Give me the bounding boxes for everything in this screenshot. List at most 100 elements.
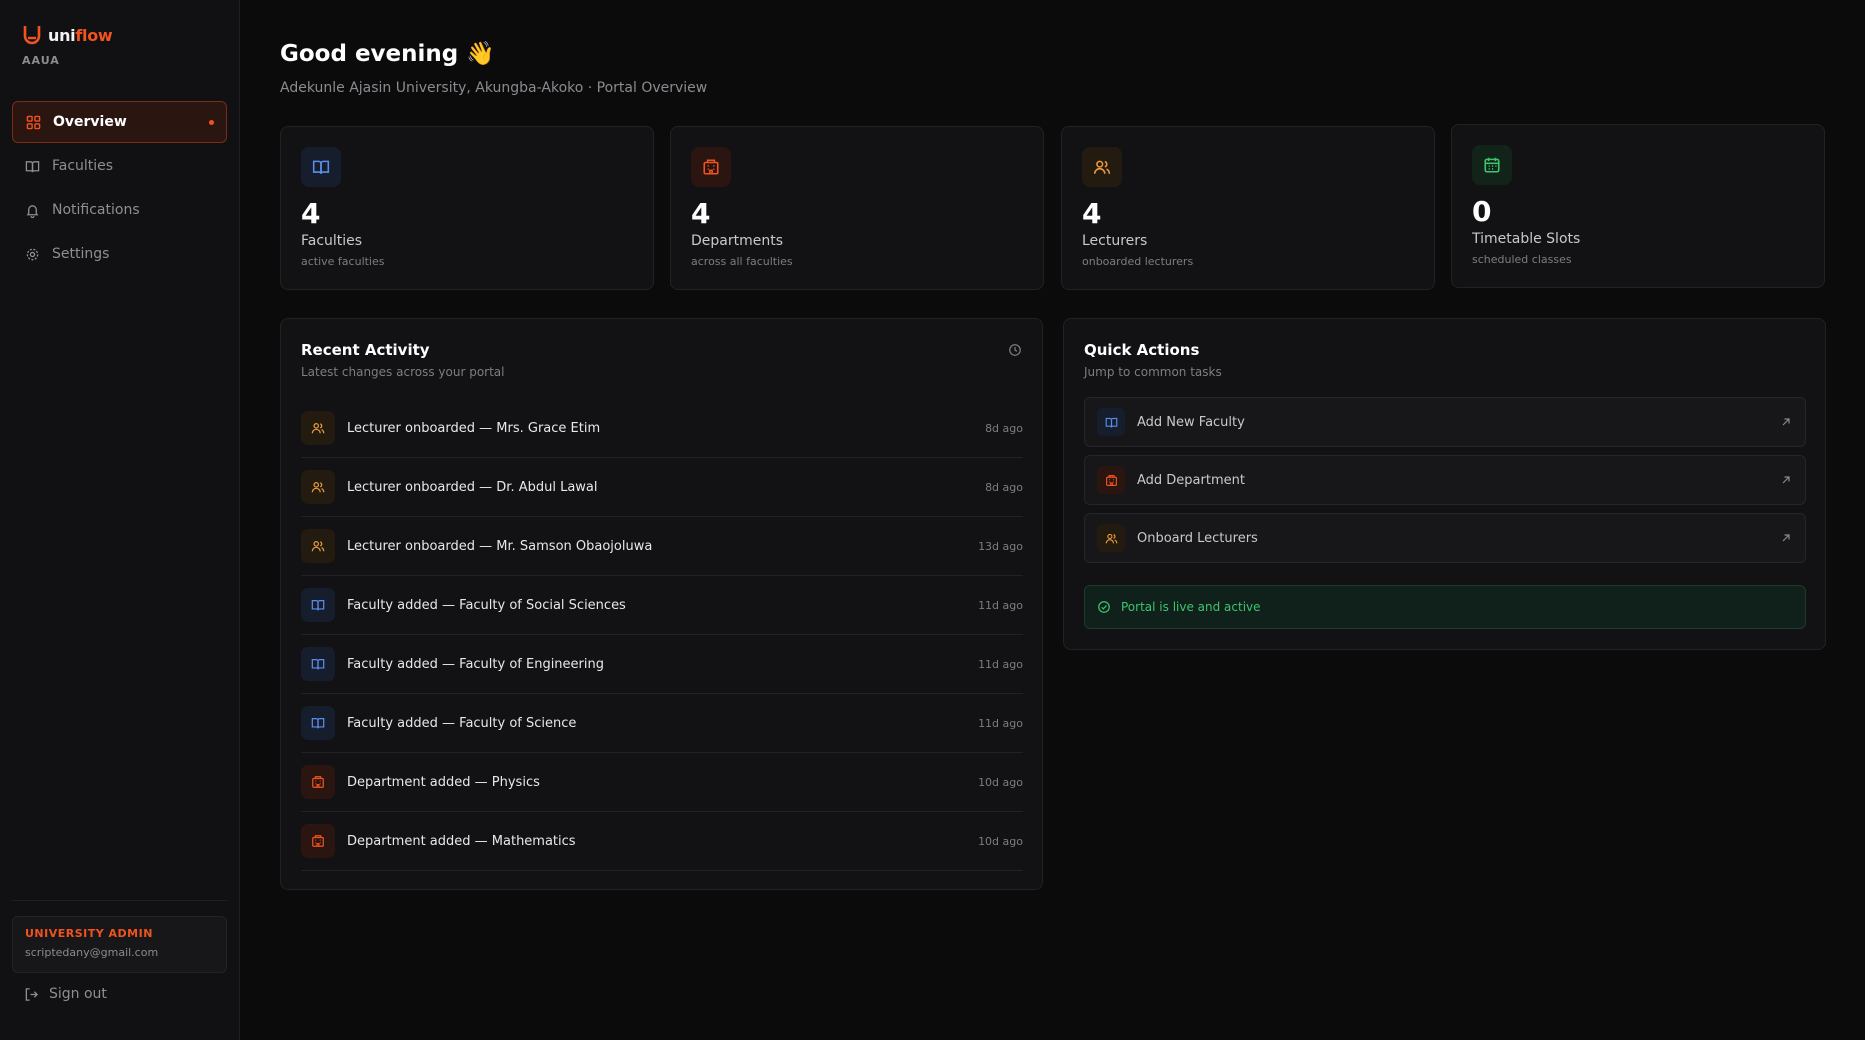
stat-icon-box [301, 147, 341, 187]
active-indicator [209, 119, 214, 125]
grid-icon [26, 115, 41, 129]
stat-value: 4 [1082, 197, 1102, 230]
list-item[interactable]: Lecturer onboarded — Mr. Samson Obaojolu… [301, 517, 1023, 576]
activity-text: Department added — Physics [347, 774, 540, 790]
panel-title: Recent Activity [301, 341, 430, 359]
sidebar-item-faculties[interactable]: Faculties [12, 145, 227, 187]
stat-icon-box [691, 147, 731, 187]
brand-subtitle: AAUA [22, 54, 60, 67]
sidebar-item-label: Settings [52, 246, 110, 262]
sidebar-item-notifications[interactable]: Notifications [12, 189, 227, 231]
brand-logo[interactable]: uniflow [22, 24, 113, 46]
stat-subtext: scheduled classes [1472, 253, 1572, 266]
activity-icon-box [301, 470, 335, 504]
activity-text: Faculty added — Faculty of Science [347, 715, 577, 731]
stat-card-timetable[interactable]: 0 Timetable Slots scheduled classes [1451, 124, 1825, 288]
sign-out-button[interactable]: Sign out [24, 986, 107, 1002]
book-icon [311, 600, 325, 611]
sidebar-item-label: Overview [53, 114, 127, 130]
recent-activity-panel: Recent Activity Latest changes across yo… [280, 318, 1043, 890]
quick-actions-panel: Quick Actions Jump to common tasks Add N… [1063, 318, 1826, 650]
gear-icon [26, 248, 39, 260]
qa-label: Onboard Lecturers [1137, 530, 1258, 546]
activity-list: Lecturer onboarded — Mrs. Grace Etim 8d … [301, 399, 1023, 871]
activity-icon-box [301, 706, 335, 740]
activity-time: 10d ago [978, 834, 1023, 848]
stat-subtext: across all faculties [691, 255, 793, 268]
quick-actions-list: Add New Faculty Add Department Onboard L… [1084, 397, 1806, 571]
stat-label: Faculties [301, 233, 363, 249]
bell-icon [26, 204, 39, 218]
panel-title: Quick Actions [1084, 341, 1200, 359]
arrow-up-right-icon [1782, 476, 1790, 484]
portal-status-banner: Portal is live and active [1084, 585, 1806, 629]
book-icon [312, 160, 330, 174]
panel-subtitle: Jump to common tasks [1084, 365, 1222, 379]
qa-label: Add Department [1137, 472, 1245, 488]
sidebar-item-label: Faculties [52, 158, 114, 174]
activity-icon-box [301, 588, 335, 622]
activity-text: Lecturer onboarded — Mr. Samson Obaojolu… [347, 538, 653, 554]
onboard-lecturers-button[interactable]: Onboard Lecturers [1084, 513, 1806, 563]
user-card: UNIVERSITY ADMIN scriptedany@gmail.com [12, 916, 227, 973]
stat-card-departments[interactable]: 4 Departments across all faculties [670, 126, 1044, 290]
activity-time: 10d ago [978, 775, 1023, 789]
activity-time: 8d ago [985, 421, 1023, 435]
activity-text: Faculty added — Faculty of Engineering [347, 656, 604, 672]
stat-icon-box [1082, 147, 1122, 187]
list-item[interactable]: Lecturer onboarded — Mrs. Grace Etim 8d … [301, 399, 1023, 458]
stat-value: 4 [301, 197, 321, 230]
activity-text: Department added — Mathematics [347, 833, 576, 849]
building-icon [312, 776, 324, 788]
page-subtitle: Adekunle Ajasin University, Akungba-Akok… [280, 80, 708, 96]
qa-icon-box [1097, 466, 1125, 494]
list-item[interactable]: Department added — Physics 10d ago [301, 753, 1023, 812]
users-icon [1105, 533, 1117, 543]
stat-label: Lecturers [1082, 233, 1148, 249]
users-icon [311, 541, 325, 552]
activity-text: Lecturer onboarded — Mrs. Grace Etim [347, 420, 601, 436]
users-icon [311, 423, 325, 434]
list-item[interactable]: Faculty added — Faculty of Social Scienc… [301, 576, 1023, 635]
add-department-button[interactable]: Add Department [1084, 455, 1806, 505]
stat-card-lecturers[interactable]: 4 Lecturers onboarded lecturers [1061, 126, 1435, 290]
user-role: UNIVERSITY ADMIN [25, 927, 153, 940]
add-new-faculty-button[interactable]: Add New Faculty [1084, 397, 1806, 447]
qa-label: Add New Faculty [1137, 414, 1245, 430]
page-title: Good evening 👋 [280, 41, 495, 67]
activity-icon-box [301, 824, 335, 858]
sidebar-item-label: Notifications [52, 202, 140, 218]
list-item[interactable]: Lecturer onboarded — Dr. Abdul Lawal 8d … [301, 458, 1023, 517]
activity-time: 13d ago [978, 539, 1023, 553]
activity-time: 11d ago [978, 598, 1023, 612]
qa-icon-box [1097, 408, 1125, 436]
sidebar-item-settings[interactable]: Settings [12, 233, 227, 275]
stat-icon-box [1472, 145, 1512, 185]
list-item[interactable]: Department added — Mathematics 10d ago [301, 812, 1023, 871]
stat-label: Timetable Slots [1472, 231, 1581, 247]
book-icon [311, 718, 325, 729]
qa-icon-box [1097, 524, 1125, 552]
stat-subtext: onboarded lecturers [1082, 255, 1194, 268]
clock-icon[interactable] [1008, 343, 1022, 357]
sign-out-label: Sign out [49, 986, 107, 1002]
sidebar: uniflow AAUA Overview Faculties Notifica… [0, 0, 240, 1040]
list-item[interactable]: Faculty added — Faculty of Science 11d a… [301, 694, 1023, 753]
activity-time: 11d ago [978, 716, 1023, 730]
stat-value: 0 [1472, 195, 1492, 228]
list-item[interactable]: Faculty added — Faculty of Engineering 1… [301, 635, 1023, 694]
sidebar-item-overview[interactable]: Overview [12, 101, 227, 143]
panel-subtitle: Latest changes across your portal [301, 365, 505, 379]
book-icon [25, 160, 40, 172]
arrow-up-right-icon [1782, 534, 1790, 542]
activity-text: Faculty added — Faculty of Social Scienc… [347, 597, 626, 613]
activity-icon-box [301, 765, 335, 799]
brand-name: uniflow [48, 25, 113, 45]
activity-time: 8d ago [985, 480, 1023, 494]
logo-icon [23, 26, 41, 45]
stat-card-faculties[interactable]: 4 Faculties active faculties [280, 126, 654, 290]
check-circle-icon [1098, 601, 1110, 613]
sidebar-divider [12, 900, 227, 901]
book-icon [1105, 417, 1117, 427]
activity-icon-box [301, 647, 335, 681]
